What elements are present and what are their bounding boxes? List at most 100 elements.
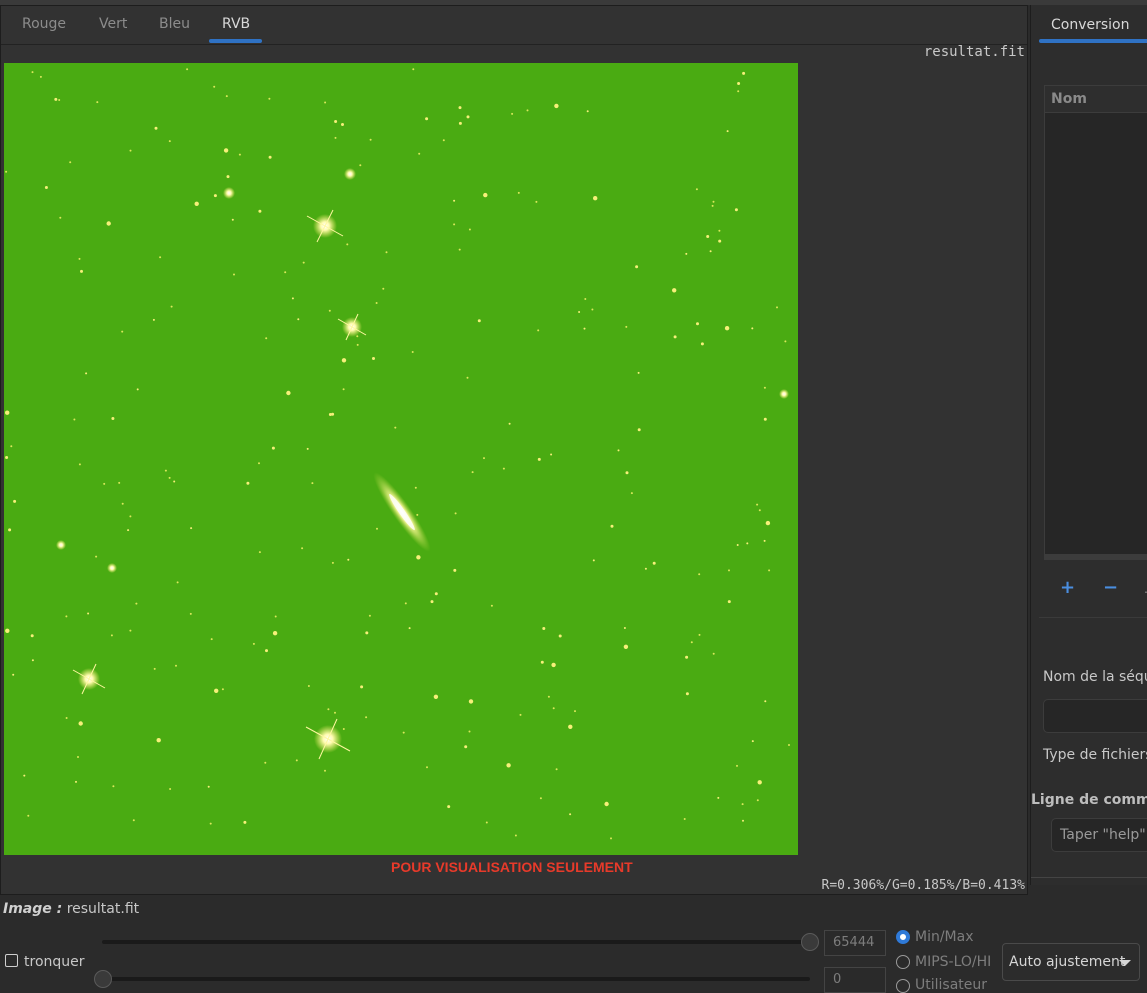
add-file-button[interactable]: + <box>1060 577 1075 598</box>
star <box>584 298 587 300</box>
star <box>168 476 171 479</box>
astro-image[interactable] <box>4 63 798 855</box>
sequence-name-input[interactable] <box>1043 699 1147 733</box>
tab-rouge[interactable]: Rouge <box>22 16 66 32</box>
star <box>742 819 744 822</box>
star <box>284 271 287 274</box>
high-threshold-slider[interactable] <box>102 940 810 944</box>
column-header-nom[interactable]: Nom <box>1045 86 1147 113</box>
star <box>418 152 421 155</box>
radio-mips[interactable] <box>896 955 910 969</box>
star <box>112 785 115 788</box>
star <box>411 351 414 353</box>
remove-file-button[interactable]: − <box>1103 577 1118 598</box>
star <box>12 673 15 676</box>
display-mode-select[interactable]: Auto ajustement <box>1002 943 1140 981</box>
radio-user[interactable] <box>896 979 910 993</box>
star <box>763 539 766 542</box>
high-value-field[interactable]: 65444 <box>824 930 886 956</box>
star <box>39 75 42 78</box>
star <box>458 106 462 110</box>
star <box>558 634 562 638</box>
star <box>376 527 378 530</box>
star <box>637 428 641 432</box>
star <box>342 728 345 730</box>
star <box>468 228 471 231</box>
file-type-label: Type de fichiers <box>1043 747 1147 763</box>
star <box>214 688 219 693</box>
star <box>334 711 336 714</box>
star <box>272 631 278 636</box>
star <box>106 221 111 226</box>
star <box>506 763 511 768</box>
star <box>502 467 505 470</box>
high-slider-thumb[interactable] <box>801 933 819 951</box>
command-input[interactable]: Taper "help" p <box>1051 818 1147 852</box>
clip-label: tronquer <box>24 954 85 970</box>
command-line-label: Ligne de comman <box>1031 792 1147 808</box>
tab-conversion[interactable]: Conversion <box>1051 17 1130 33</box>
star <box>258 209 262 213</box>
star <box>258 551 261 554</box>
image-info-name: resultat.fit <box>66 901 140 917</box>
star <box>593 196 598 201</box>
star <box>154 126 158 130</box>
star <box>511 112 514 115</box>
radio-minmax[interactable] <box>896 930 910 944</box>
horizontal-scrollbar[interactable] <box>1045 554 1147 559</box>
low-value-field[interactable]: 0 <box>824 967 886 993</box>
star <box>170 305 173 308</box>
star <box>458 121 462 125</box>
star <box>5 456 9 459</box>
image-filename: resultat.fit <box>923 44 1025 60</box>
star <box>412 68 415 71</box>
star <box>547 695 550 698</box>
active-tab-indicator <box>1039 39 1147 43</box>
star <box>414 486 417 489</box>
star <box>592 559 595 562</box>
star <box>231 218 234 221</box>
star <box>718 239 722 243</box>
star <box>535 200 538 203</box>
star <box>551 662 556 668</box>
star <box>286 390 291 396</box>
low-threshold-slider[interactable] <box>102 977 810 981</box>
star <box>213 85 216 88</box>
star <box>331 412 335 416</box>
star <box>252 642 255 645</box>
star <box>568 724 573 729</box>
tab-vert[interactable]: Vert <box>99 16 127 32</box>
star <box>5 628 10 633</box>
star <box>375 302 378 304</box>
star <box>368 614 371 617</box>
radio-user-label: Utilisateur <box>915 977 988 993</box>
star <box>454 512 457 515</box>
tab-bleu[interactable]: Bleu <box>159 16 190 32</box>
star <box>164 469 167 472</box>
low-slider-thumb[interactable] <box>94 970 112 988</box>
star <box>173 480 176 483</box>
star <box>307 685 310 687</box>
star <box>132 819 135 822</box>
file-list[interactable]: Nom <box>1044 85 1147 560</box>
star <box>442 139 445 142</box>
star <box>453 568 457 572</box>
star <box>706 235 710 238</box>
star <box>153 667 156 670</box>
star <box>685 692 689 696</box>
star <box>347 558 350 561</box>
star <box>537 457 541 461</box>
sequence-name-label: Nom de la séqu <box>1043 669 1147 685</box>
star <box>416 555 421 560</box>
star <box>623 627 626 629</box>
star <box>426 766 428 769</box>
star <box>226 175 230 179</box>
star <box>685 655 689 659</box>
clip-checkbox[interactable] <box>5 954 18 967</box>
star <box>77 756 79 758</box>
star <box>78 257 81 260</box>
star <box>75 780 77 783</box>
tab-rvb[interactable]: RVB <box>222 16 250 32</box>
star <box>757 780 762 785</box>
divider <box>1031 877 1147 878</box>
